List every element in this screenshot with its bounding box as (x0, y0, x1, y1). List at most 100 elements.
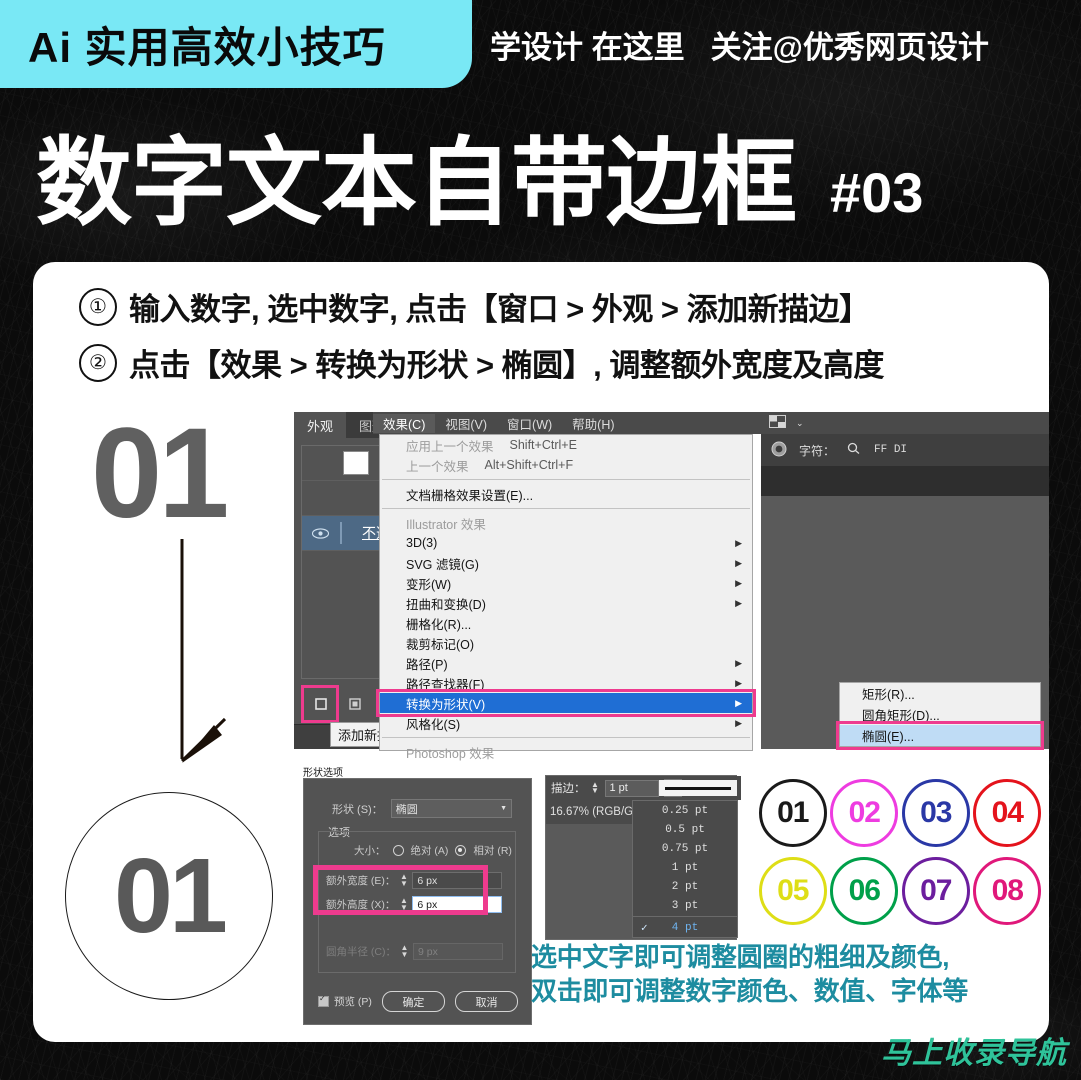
stroke-label: 描边： (551, 783, 586, 795)
preview-checkbox[interactable] (318, 994, 329, 1007)
stroke-option-1[interactable]: 0.5 pt (633, 820, 737, 839)
effect-dropdown-menu: 应用上一个效果 Shift+Ctrl+E 上一个效果 Alt+Shift+Ctr… (376, 434, 756, 761)
search-icon[interactable] (847, 442, 862, 458)
tab-appearance[interactable]: 外观 (294, 412, 347, 438)
chevron-down-icon[interactable]: ⌄ (796, 418, 804, 429)
header: Ai 实用高效小技巧 学设计 在这里 关注@优秀网页设计 (0, 0, 1081, 88)
menu-item-last-effect-label: 上一个效果 (406, 459, 469, 474)
radio-relative[interactable] (455, 845, 467, 856)
shape-options-window-label: 形状选项 (303, 768, 343, 779)
eye-icon[interactable] (302, 527, 338, 539)
character-control-bar: 字符： FF DI (761, 434, 1049, 466)
circle-number-06: 06 (848, 874, 881, 907)
effects-menu-screenshot: ⌄ 字符： FF DI 矩形(R)... 圆角矩形(D)... 椭圆(E)... (373, 412, 1049, 761)
menu-help[interactable]: 帮助(H) (562, 414, 624, 433)
step-1: ① 输入数字, 选中数字, 点击【窗口 > 外观 > 添加新描边】 (79, 284, 870, 329)
dialog-footer: 预览 (P) 确定 取消 (318, 991, 519, 1012)
workspace-icon[interactable] (769, 415, 786, 431)
step-2: ② 点击【效果 > 转换为形状 > 椭圆】, 调整额外宽度及高度 (79, 340, 884, 385)
stroke-option-5[interactable]: 3 pt (633, 896, 737, 915)
menu-item-pathfinder[interactable]: 路径查找器(F) ▶ (380, 673, 752, 693)
menu-view[interactable]: 视图(V) (435, 414, 497, 433)
circle-item: 08 (972, 852, 1044, 930)
menu-item-3d[interactable]: 3D(3) ▶ (380, 533, 752, 553)
stroke-option-6[interactable]: 4 pt (633, 918, 737, 937)
circle-ring-07: 07 (901, 857, 970, 925)
menu-window[interactable]: 窗口(W) (497, 414, 562, 433)
step-1-marker: ① (79, 287, 117, 326)
menu-item-stylize[interactable]: 风格化(S) ▶ (380, 713, 752, 733)
menu-item-svg-filters-label: SVG 滤镜(G) (406, 557, 479, 572)
menu-item-path[interactable]: 路径(P) ▶ (380, 653, 752, 673)
stroke-option-3[interactable]: 1 pt (633, 858, 737, 877)
fill-swatch-cell[interactable] (338, 451, 374, 475)
circle-ring-06: 06 (830, 857, 899, 925)
menu-item-apply-last-effect-shortcut: Shift+Ctrl+E (509, 438, 577, 452)
chevron-right-icon: ▶ (735, 597, 742, 608)
step-2-marker: ② (79, 343, 117, 382)
menu-item-convert-to-shape[interactable]: 转换为形状(V) ▶ (380, 693, 752, 713)
menu-item-svg-filters[interactable]: SVG 滤镜(G) ▶ (380, 553, 752, 573)
appearance-thumb-icon[interactable] (771, 441, 787, 460)
menu-item-rasterize[interactable]: 栅格化(R)... (380, 613, 752, 633)
radio-absolute-label: 绝对 (A) (410, 845, 449, 857)
menu-item-last-effect-shortcut: Alt+Shift+Ctrl+F (484, 458, 574, 472)
menu-item-distort-transform[interactable]: 扭曲和变换(D) ▶ (380, 593, 752, 613)
large-number-label: 01 (91, 402, 229, 545)
add-new-fill-icon[interactable] (338, 689, 372, 719)
stroke-option-2[interactable]: 0.75 pt (633, 839, 737, 858)
submenu-item-rounded-rectangle[interactable]: 圆角矩形(D)... (840, 704, 1040, 725)
bottom-note-line-1: 选中文字即可调整圆圈的粗细及颜色, (531, 942, 950, 972)
corner-radius-label: 圆角半径 (C)： (326, 946, 396, 958)
submenu-item-ellipse[interactable]: 椭圆(E)... (840, 725, 1040, 746)
circle-ring-01: 01 (758, 779, 827, 847)
title-episode-number: #03 (830, 161, 924, 224)
bottom-note: 选中文字即可调整圆圈的粗细及颜色, 双击即可调整数字颜色、数值、字体等 (531, 940, 1041, 1009)
stroke-control-row: 描边： ▲▼ 1 pt ▼ (546, 776, 741, 800)
ok-button[interactable]: 确定 (381, 991, 445, 1012)
stroke-preview-line (665, 786, 731, 790)
circle-number-02: 02 (848, 796, 881, 829)
corner-radius-input: 9 px (413, 943, 503, 960)
fill-swatch[interactable] (343, 451, 369, 475)
canvas-dark-strip (761, 466, 1049, 496)
circle-item: 03 (900, 774, 972, 852)
circle-ring-04: 04 (973, 779, 1042, 847)
shape-selector-row: 形状 (S)： 椭圆 ▼ (332, 799, 512, 818)
preview-checkbox-row[interactable]: 预览 (P) (318, 994, 372, 1009)
cancel-button[interactable]: 取消 (454, 991, 519, 1012)
stroke-preview-swatch (659, 780, 737, 796)
step-1-text: 输入数字, 选中数字, 点击【窗口 > 外观 > 添加新描边】 (129, 292, 870, 327)
bottom-note-line-2: 双击即可调整数字颜色、数值、字体等 (531, 976, 968, 1007)
menu-item-raster-settings[interactable]: 文档栅格效果设置(E)... (380, 484, 752, 504)
stroke-weight-input[interactable]: 1 pt (604, 779, 659, 797)
menu-item-pathfinder-label: 路径查找器(F) (406, 677, 485, 692)
header-tagline-1: 学设计 在这里 (490, 29, 685, 65)
header-badge: Ai 实用高效小技巧 (0, 0, 472, 88)
stroke-list-separator (633, 916, 737, 917)
shape-dropdown-value: 椭圆 (395, 803, 418, 816)
circle-item: 02 (829, 774, 901, 852)
font-family-value[interactable]: FF DI (874, 444, 907, 456)
menu-item-crop-marks[interactable]: 裁剪标记(O) (380, 633, 752, 653)
submenu-item-rectangle[interactable]: 矩形(R)... (840, 683, 1040, 704)
convert-to-shape-submenu: 矩形(R)... 圆角矩形(D)... 椭圆(E)... (836, 682, 1044, 750)
shape-field-label: 形状 (S)： (332, 803, 383, 816)
chevron-down-icon: ▼ (500, 805, 507, 812)
menu-item-convert-to-shape-label: 转换为形状(V) (406, 697, 486, 712)
watermark: 马上收录导航 (881, 1037, 1067, 1070)
shape-dropdown[interactable]: 椭圆 ▼ (390, 799, 512, 818)
stroke-option-0[interactable]: 0.25 pt (633, 801, 737, 820)
title-row: 数字文本自带边框 #03 (36, 104, 1046, 232)
menu-group-illustrator-effects: Illustrator 效果 (406, 517, 486, 532)
radio-absolute[interactable] (392, 845, 404, 856)
menu-separator-1 (382, 479, 750, 480)
menu-effect[interactable]: 效果(C) (373, 413, 436, 433)
header-badge-label: Ai 实用高效小技巧 (28, 23, 386, 71)
menu-item-apply-last-effect: 应用上一个效果 Shift+Ctrl+E (380, 435, 752, 455)
menu-item-warp[interactable]: 变形(W) ▶ (380, 573, 752, 593)
menu-item-apply-last-effect-label: 应用上一个效果 (406, 439, 494, 454)
stroke-stepper[interactable]: ▲ ▼ (591, 780, 600, 795)
stroke-option-4[interactable]: 2 pt (633, 877, 737, 896)
header-right-group: 学设计 在这里 关注@优秀网页设计 (490, 0, 989, 88)
